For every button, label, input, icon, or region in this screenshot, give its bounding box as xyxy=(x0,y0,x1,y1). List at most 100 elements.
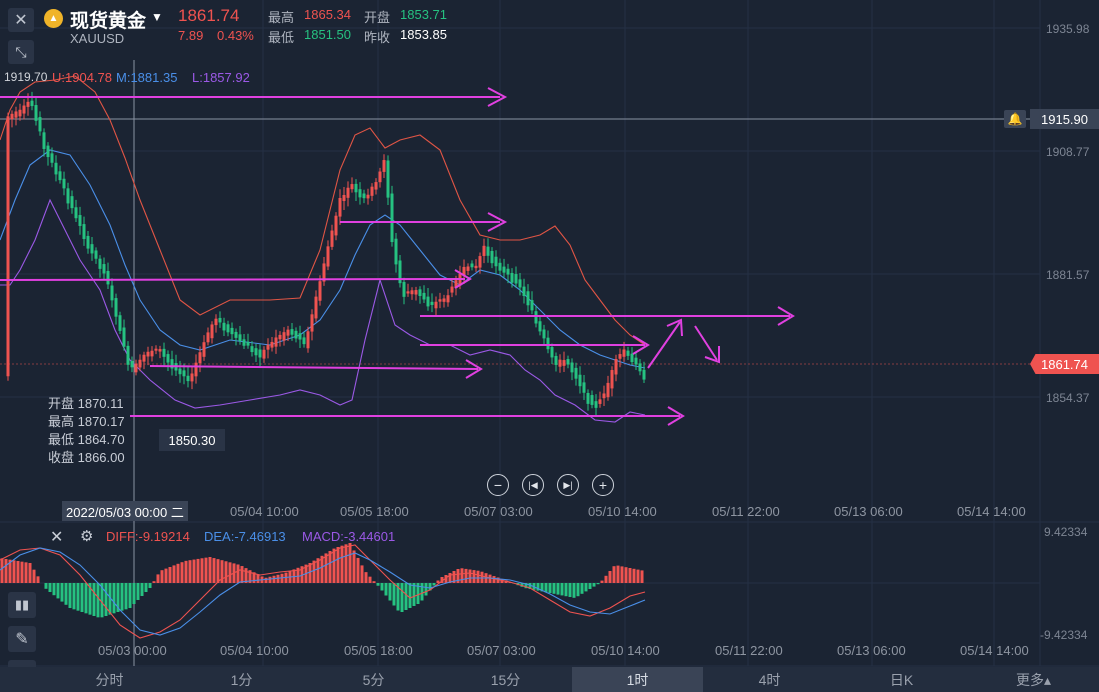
candle-body xyxy=(54,162,58,175)
candle-body xyxy=(634,357,638,365)
macd-histogram-bar xyxy=(468,569,472,583)
candle-body xyxy=(470,263,474,268)
candle-body xyxy=(98,258,102,269)
boll-lower-line xyxy=(0,198,646,423)
candle-body xyxy=(230,327,234,335)
candle-body xyxy=(78,215,82,226)
candle-body xyxy=(94,250,98,259)
macd-histogram-bar xyxy=(432,583,436,586)
candle-body xyxy=(542,329,546,339)
macd-histogram-bar xyxy=(20,561,24,583)
x-axis-label: 05/07 03:00 xyxy=(464,504,533,519)
macd-x-label: 05/07 03:00 xyxy=(467,643,536,658)
macd-histogram-bar xyxy=(424,583,428,596)
candle-body xyxy=(66,188,70,204)
gear-icon[interactable]: ⚙ xyxy=(80,527,93,545)
y-axis-label: 1935.98 xyxy=(1046,22,1090,36)
instrument-title[interactable]: 现货黄金 xyxy=(70,6,146,33)
tab-1min[interactable]: 1分 xyxy=(176,667,307,692)
macd-x-label: 05/14 14:00 xyxy=(960,643,1029,658)
candle-body xyxy=(214,318,218,326)
last-price: 1861.74 xyxy=(178,6,240,25)
macd-histogram-bar xyxy=(460,568,464,583)
candle-body xyxy=(514,274,518,284)
candle-body xyxy=(622,349,626,357)
macd-histogram-bar xyxy=(256,574,260,583)
macd-histogram-bar xyxy=(412,583,416,606)
candle-body xyxy=(342,194,346,201)
scroll-end-button[interactable]: ▶| xyxy=(557,474,579,496)
tab-4hour[interactable]: 4时 xyxy=(704,667,835,692)
macd-histogram-bar xyxy=(160,570,164,583)
price-change: 7.89 xyxy=(178,28,204,43)
candle-body xyxy=(198,352,202,364)
macd-histogram-bar xyxy=(24,562,28,583)
tab-daily[interactable]: 日K xyxy=(836,667,967,692)
macd-histogram-bar xyxy=(640,570,644,583)
macd-histogram-bar xyxy=(392,583,396,606)
candle-type-button[interactable]: ▮▮ xyxy=(8,592,36,618)
close-chart-button[interactable]: ✕ xyxy=(8,8,34,32)
macd-histogram-bar xyxy=(276,574,280,583)
y-axis-label: 1881.57 xyxy=(1046,268,1090,282)
scroll-start-button[interactable]: |◀ xyxy=(522,474,544,496)
candle-body xyxy=(570,362,574,373)
candle-body xyxy=(590,395,594,405)
candle-body xyxy=(358,189,362,198)
candle-body xyxy=(346,187,350,198)
candle-body xyxy=(222,322,226,331)
macd-histogram-bar xyxy=(72,583,76,610)
candle-body xyxy=(594,401,598,408)
candle-body xyxy=(410,290,414,295)
bell-icon[interactable]: 🔔 xyxy=(1004,110,1026,128)
macd-histogram-bar xyxy=(360,565,364,583)
macd-histogram-bar xyxy=(224,561,228,583)
candle-body xyxy=(466,266,470,271)
zoom-out-button[interactable]: − xyxy=(487,474,509,496)
candle-body xyxy=(138,359,142,368)
tab-15min[interactable]: 15分 xyxy=(440,667,571,692)
macd-diff: DIFF:-9.19214 xyxy=(106,529,190,544)
candle-body xyxy=(206,332,210,343)
draw-tool-button[interactable]: ✎ xyxy=(8,626,36,652)
candle-body xyxy=(486,246,490,256)
pen-icon: ✎ xyxy=(15,631,29,648)
candle-body xyxy=(182,370,186,377)
tab-1hour[interactable]: 1时 xyxy=(572,667,703,692)
candle-body xyxy=(42,132,46,149)
collapse-icon: ⤡ xyxy=(15,43,27,60)
candle-body xyxy=(554,355,558,365)
collapse-button[interactable]: ⤡ xyxy=(8,40,34,64)
candle-body xyxy=(582,382,586,393)
tooltip-high: 最高 1870.17 xyxy=(48,414,125,429)
candle-body xyxy=(270,341,274,348)
macd-histogram-bar xyxy=(328,551,332,583)
candle-body xyxy=(402,281,406,297)
candle-body xyxy=(602,393,606,399)
chart-canvas[interactable] xyxy=(0,0,1099,692)
macd-histogram-bar xyxy=(608,571,612,583)
tab-5min[interactable]: 5分 xyxy=(308,667,439,692)
macd-histogram-bar xyxy=(636,569,640,583)
candle-body xyxy=(302,337,306,345)
macd-histogram-bar xyxy=(184,560,188,583)
tab-more[interactable]: 更多▴ xyxy=(968,667,1099,692)
zoom-in-button[interactable]: + xyxy=(592,474,614,496)
boll-upper-line xyxy=(0,75,646,346)
candle-body xyxy=(178,368,182,375)
candle-body xyxy=(294,330,298,339)
macd-histogram-bar xyxy=(120,583,124,611)
tab-intraday[interactable]: 分时 xyxy=(44,667,175,692)
close-indicator-icon[interactable]: ✕ xyxy=(50,527,63,547)
low-value: 1851.50 xyxy=(304,27,351,42)
macd-histogram-bar xyxy=(48,583,52,592)
candle-body xyxy=(442,298,446,302)
candle-body xyxy=(422,292,426,300)
candle-body xyxy=(558,359,562,367)
macd-histogram-bar xyxy=(264,577,268,583)
macd-histogram-bar xyxy=(596,583,600,585)
macd-histogram-bar xyxy=(472,570,476,583)
chevron-down-icon[interactable]: ▼ xyxy=(151,10,163,24)
candle-body xyxy=(258,349,262,358)
macd-x-label: 05/10 14:00 xyxy=(591,643,660,658)
